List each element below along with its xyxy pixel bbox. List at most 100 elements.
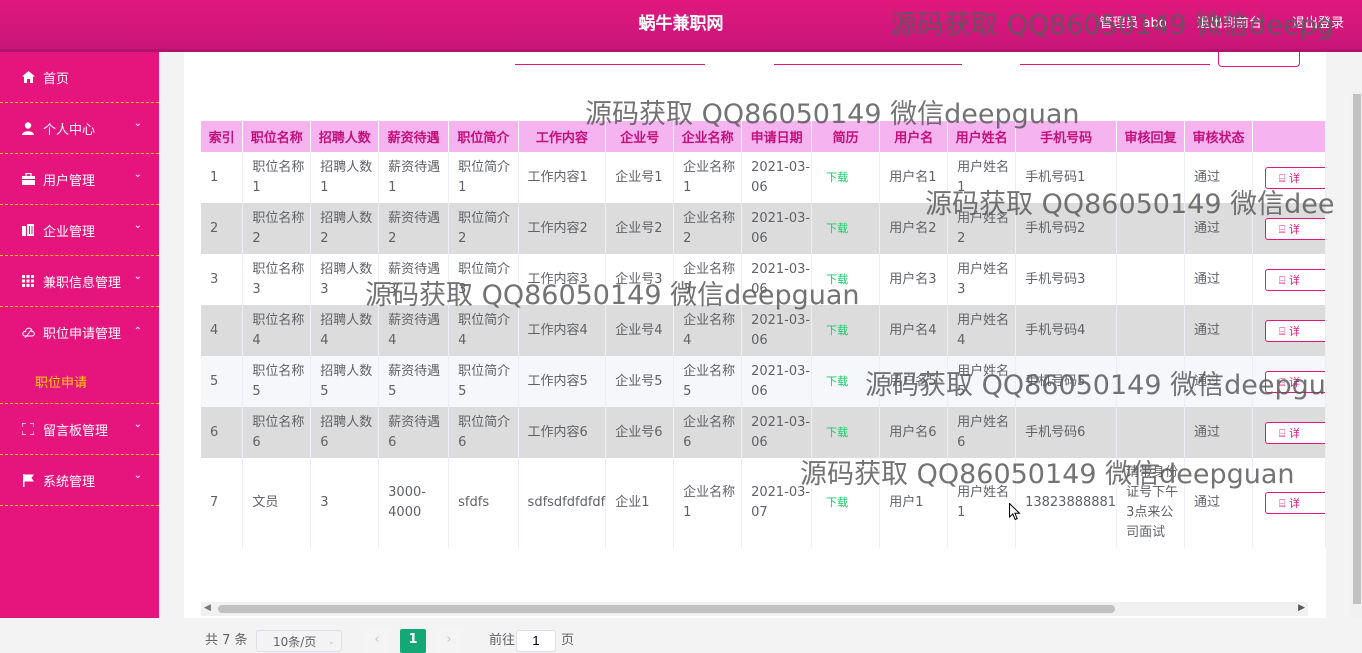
detail-button[interactable]: ⌸ 详 [1264,319,1325,342]
detail-button[interactable]: ⌸ 详 [1264,421,1325,444]
table-cell: 企业名称5 [673,356,743,407]
resume-download-link[interactable]: 下载 [811,152,881,203]
search-input-1[interactable] [515,64,705,65]
table-cell: 薪资待遇2 [378,203,450,254]
table-cell-actions: ⌸ 详 [1252,254,1327,305]
sidebar-item-message-board-management[interactable]: 留言板管理 ⌄ [0,404,159,455]
top-bar: 蜗牛兼职网 管理员 abo 退出到前台 退出登录 [0,0,1362,52]
table-cell: 薪资待遇1 [378,152,450,203]
resume-download-link[interactable]: 下载 [811,203,881,254]
search-input-2[interactable] [774,64,962,65]
detail-button[interactable]: ⌸ 详 [1264,166,1325,189]
page-size-select[interactable]: 10条/页 ⌄ [256,630,342,652]
sidebar-item-label: 首页 [43,72,70,87]
table-row[interactable]: 2 职位名称2 招聘人数2 薪资待遇2 职位简介2 工作内容2 企业号2 企业名称2 2021-… [201,203,1327,254]
scroll-left-arrow-icon[interactable]: ◀ [204,603,211,613]
sidebar-item-personal-center[interactable]: 个人中心 ⌄ [0,103,159,154]
table-cell: 通过 [1184,356,1253,407]
column-header: 职位名称 [242,121,312,152]
table-cell: 手机号码3 [1015,254,1118,305]
scroll-right-arrow-icon[interactable]: ▶ [1298,603,1305,613]
horizontal-scrollbar[interactable]: ◀ ▶ [201,602,1308,616]
table-cell: 5 [201,356,244,407]
table-cell: 用户姓名1 [947,458,1017,548]
table-row[interactable]: 5 职位名称5 招聘人数5 薪资待遇5 职位简介5 工作内容5 企业号5 企业名称5 2021-… [201,356,1327,407]
resume-download-link[interactable]: 下载 [811,305,881,356]
vertical-scroll-thumb[interactable] [1353,94,1361,604]
back-to-front-link[interactable]: 退出到前台 [1197,16,1262,31]
table-cell: 用户姓名5 [947,356,1017,407]
sidebar: 首页 个人中心 ⌄ 用户管理 ⌄ 企业管理 ⌄ 兼职信息管理 ⌄ 职位申请管理 … [0,52,159,618]
table-header-row: 索引 职位名称 招聘人数 薪资待遇 职位简介 工作内容 企业号 企业名称 申请日期 简历 用户名 用户… [201,121,1327,152]
column-header: 用户名 [879,121,949,152]
table-cell: 2021-03-06 [741,152,813,203]
detail-button-label: 详 [1289,375,1301,389]
table-cell: 职位简介6 [448,407,519,458]
table-row[interactable]: 3 职位名称3 招聘人数3 薪资待遇3 职位简介3 工作内容3 企业号3 企业名称3 2021-… [201,254,1327,305]
sidebar-subitem-job-application[interactable]: 职位申请 [0,358,159,404]
column-header: 申请日期 [741,121,813,152]
table-cell: 招聘人数5 [310,356,380,407]
column-header: 企业名称 [673,121,743,152]
table-cell: 企业号1 [605,152,675,203]
document-icon: ⌸ [1278,375,1290,389]
table-cell: 职位名称6 [242,407,312,458]
current-page-button[interactable]: 1 [400,629,426,653]
table-cell: 手机号码1 [1015,152,1118,203]
sidebar-item-company-management[interactable]: 企业管理 ⌄ [0,205,159,256]
table-cell: 企业号4 [605,305,675,356]
resume-download-link[interactable]: 下载 [811,407,881,458]
table-cell: 用户名2 [879,203,949,254]
prev-page-button[interactable]: ‹ [364,629,390,653]
column-header: 薪资待遇 [378,121,450,152]
table-row[interactable]: 7 文员 3 3000-4000 sfdfs sdfsdfdfdfdf 企业1 企业名称1 20… [201,458,1327,548]
detail-button[interactable]: ⌸ 详 [1264,268,1325,291]
sidebar-item-user-management[interactable]: 用户管理 ⌄ [0,154,159,205]
table-row[interactable]: 4 职位名称4 招聘人数4 薪资待遇4 职位简介4 工作内容4 企业号4 企业名称4 2021-… [201,305,1327,356]
resume-download-link[interactable]: 下载 [811,458,881,548]
table-cell: 工作内容2 [518,203,607,254]
column-header: 简历 [811,121,881,152]
sidebar-item-parttime-info-management[interactable]: 兼职信息管理 ⌄ [0,256,159,307]
table-cell: 用户名1 [879,152,949,203]
goto-page-input[interactable] [516,630,556,652]
resume-download-link[interactable]: 下载 [811,254,881,305]
table-cell: 工作内容3 [518,254,607,305]
detail-button[interactable]: ⌸ 详 [1264,492,1325,514]
detail-button[interactable]: ⌸ 详 [1264,370,1325,393]
table-cell: 3 [201,254,244,305]
sidebar-item-home[interactable]: 首页 [0,52,159,103]
building-icon [21,223,35,237]
table-cell-actions: ⌸ 详 [1252,203,1327,254]
next-page-button[interactable]: › [436,629,462,653]
table-cell: 通过 [1184,152,1253,203]
table-cell: 通过 [1184,254,1253,305]
logout-link[interactable]: 退出登录 [1292,16,1344,31]
pagination-total: 共 7 条 [205,633,248,648]
table-cell: 企业号5 [605,356,675,407]
table-cell: 企业名称1 [673,458,743,548]
chevron-up-icon: ⌃ [133,326,142,337]
table-cell: 手机号码2 [1015,203,1118,254]
table-cell: 企业名称1 [673,152,743,203]
column-header: 审核状态 [1184,121,1253,152]
search-input-3[interactable] [1020,64,1210,65]
user-icon [21,121,35,135]
table-row[interactable]: 1 职位名称1 招聘人数1 薪资待遇1 职位简介1 工作内容1 企业号1 企业名称1 2021-… [201,152,1327,203]
table-cell [1116,203,1185,254]
sidebar-item-application-management[interactable]: 职位申请管理 ⌃ [0,307,159,358]
horizontal-scroll-thumb[interactable] [218,605,1115,613]
table-cell: 用户名6 [879,407,949,458]
detail-button[interactable]: ⌸ 详 [1264,217,1325,240]
sidebar-item-system-management[interactable]: 系统管理 ⌄ [0,455,159,506]
grid-icon [21,274,35,288]
sidebar-item-label: 系统管理 [43,475,96,490]
flag-icon [21,473,35,487]
resume-download-link[interactable]: 下载 [811,356,881,407]
table-cell: 职位简介5 [448,356,519,407]
table-row[interactable]: 6 职位名称6 招聘人数6 薪资待遇6 职位简介6 工作内容6 企业号6 企业名称6 2021-… [201,407,1327,458]
table-cell [1116,254,1185,305]
document-icon: ⌸ [1278,324,1290,338]
table-cell: 2021-03-06 [741,254,813,305]
vertical-scrollbar[interactable] [1351,92,1362,618]
